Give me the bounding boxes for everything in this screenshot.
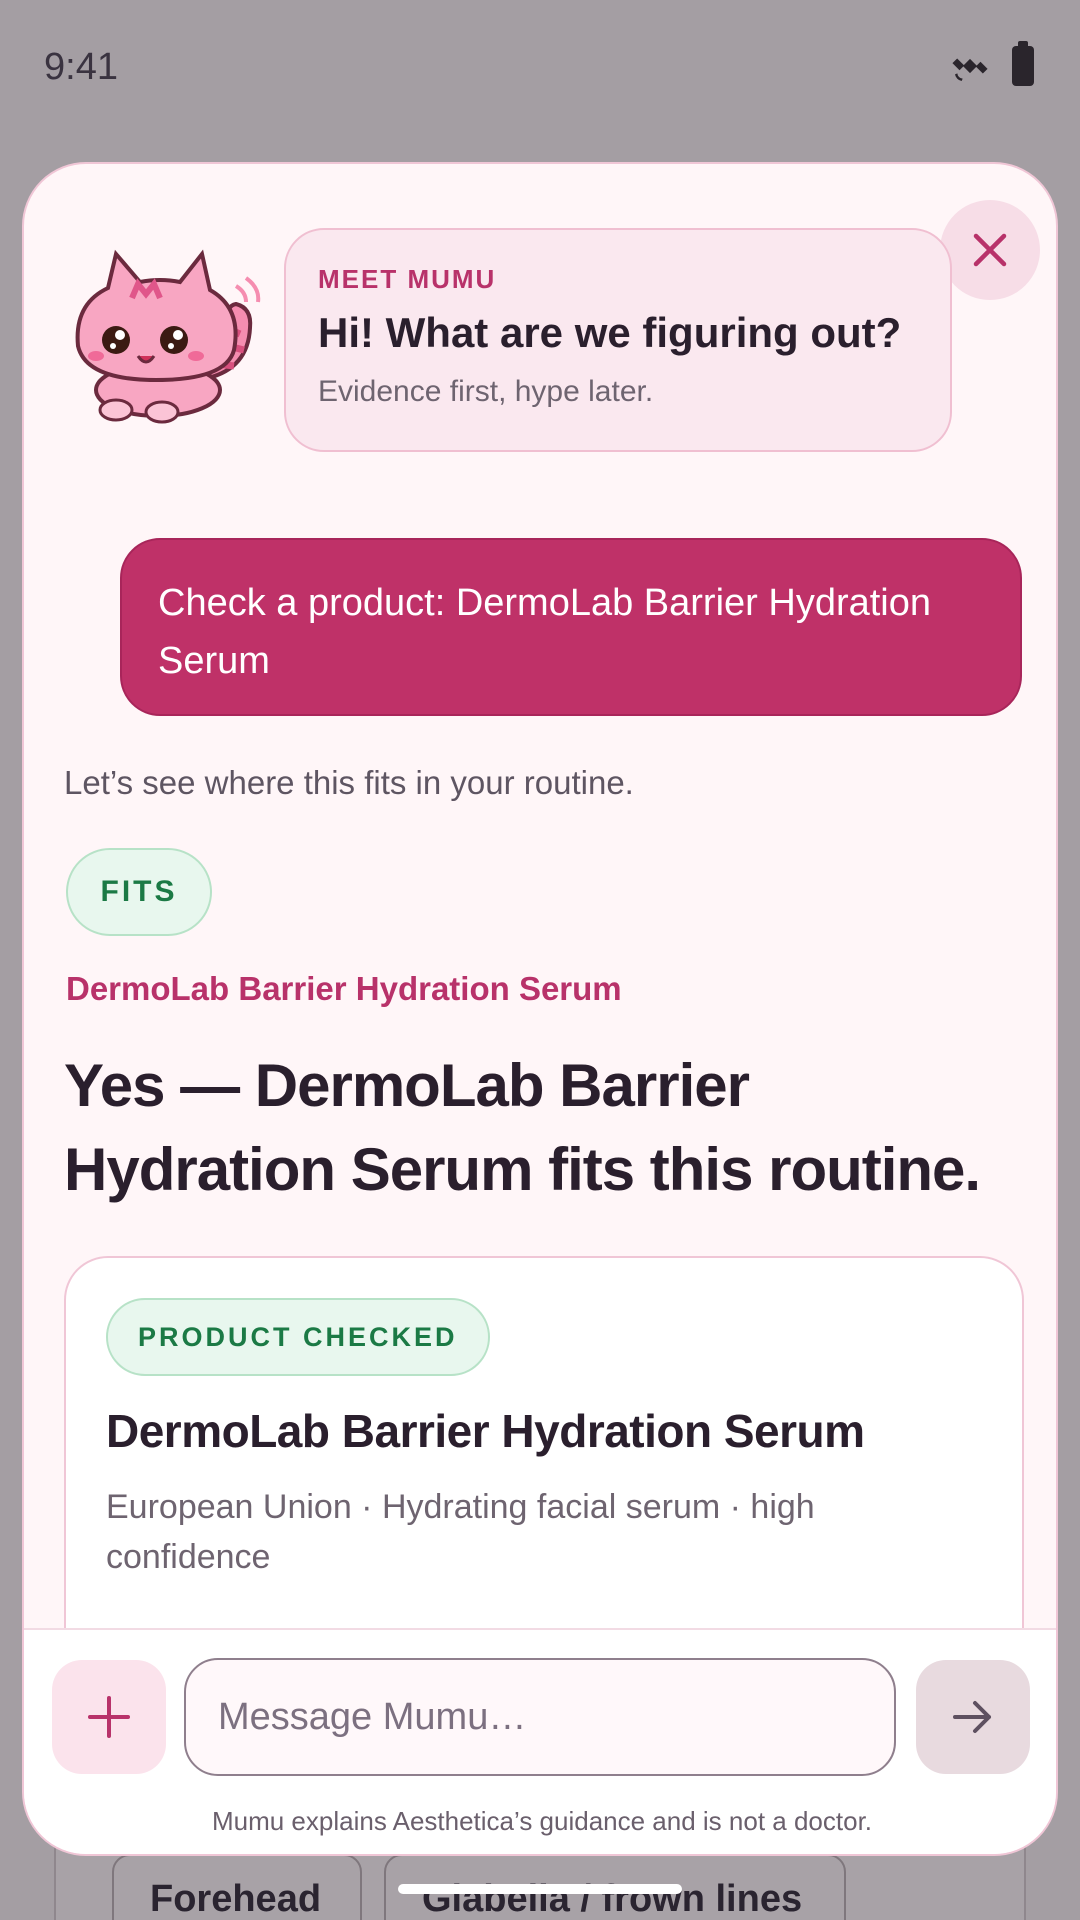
satellite-icon bbox=[952, 58, 988, 81]
mumu-chat-sheet: MEET MUMU Hi! What are we figuring out? … bbox=[22, 162, 1058, 1856]
close-button[interactable] bbox=[940, 200, 1040, 300]
product-card-title: DermoLab Barrier Hydration Serum bbox=[106, 1405, 865, 1457]
assistant-note: Let’s see where this fits in your routin… bbox=[64, 764, 634, 801]
close-icon bbox=[973, 233, 1007, 267]
battery-icon bbox=[1012, 41, 1034, 86]
status-time: 9:41 bbox=[44, 46, 118, 88]
status-bar: 9:41 bbox=[0, 0, 1080, 134]
arrow-right-icon bbox=[953, 1701, 991, 1733]
status-icons bbox=[950, 41, 1034, 86]
send-button[interactable] bbox=[916, 1660, 1030, 1774]
intro-bubble: MEET MUMU Hi! What are we figuring out? … bbox=[284, 228, 952, 452]
attach-button[interactable] bbox=[52, 1660, 166, 1774]
verdict-heading: Yes — DermoLab Barrier Hydration Serum f… bbox=[64, 1052, 981, 1203]
message-input[interactable] bbox=[184, 1658, 896, 1776]
product-card[interactable]: PRODUCT CHECKED DermoLab Barrier Hydrati… bbox=[64, 1256, 1024, 1676]
product-card-meta: European Union · Hydrating facial serum … bbox=[106, 1488, 815, 1576]
disclaimer-text: Mumu explains Aesthetica’s guidance and … bbox=[211, 1806, 873, 1836]
checked-product-name: DermoLab Barrier Hydration Serum bbox=[66, 970, 622, 1007]
fits-status-badge: FITS bbox=[66, 848, 212, 936]
message-composer: Mumu explains Aesthetica’s guidance and … bbox=[24, 1628, 1056, 1854]
plus-icon bbox=[88, 1696, 130, 1738]
user-message-bubble: Check a product: DermoLab Barrier Hydrat… bbox=[120, 538, 1022, 716]
mumu-cat-mascot-icon bbox=[75, 249, 261, 424]
intro-eyebrow: MEET MUMU bbox=[318, 264, 497, 294]
product-checked-badge: PRODUCT CHECKED bbox=[106, 1298, 490, 1376]
intro-subtitle: Evidence first, hype later. bbox=[318, 375, 654, 408]
intro-title: Hi! What are we figuring out? bbox=[318, 309, 902, 356]
chip-forehead[interactable]: Forehead bbox=[112, 1854, 362, 1920]
home-indicator[interactable] bbox=[398, 1884, 682, 1894]
